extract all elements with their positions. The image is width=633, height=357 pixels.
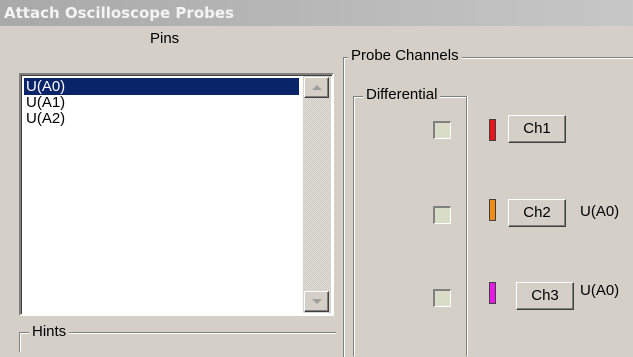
ch3-assigned-pin: U(A0): [580, 282, 620, 299]
pin-item-u-a2[interactable]: U(A2): [24, 110, 65, 127]
ch2-button[interactable]: Ch2: [508, 199, 566, 227]
ch2-color-swatch: [489, 199, 496, 221]
arrow-down-icon: [312, 299, 322, 304]
scroll-down-button[interactable]: [304, 291, 329, 312]
dialog-title: Attach Oscilloscope Probes: [4, 4, 234, 22]
pins-label: Pins: [150, 30, 180, 47]
ch3-button[interactable]: Ch3: [516, 282, 574, 310]
ch1-button[interactable]: Ch1: [508, 115, 566, 143]
pins-listbox[interactable]: U(A0) U(A1) U(A2): [19, 73, 334, 316]
pin-item-u-a1[interactable]: U(A1): [24, 94, 65, 111]
ch1-differential-checkbox[interactable]: [433, 121, 451, 139]
ch2-differential-checkbox[interactable]: [433, 206, 451, 224]
ch3-color-swatch: [489, 282, 496, 304]
pins-scrollbar[interactable]: [303, 76, 331, 313]
ch2-assigned-pin: U(A0): [580, 203, 620, 220]
hints-label: Hints: [29, 323, 70, 340]
ch3-differential-checkbox[interactable]: [433, 289, 451, 307]
dialog-title-bar: Attach Oscilloscope Probes: [0, 0, 633, 26]
differential-label: Differential: [363, 86, 441, 103]
arrow-up-icon: [312, 85, 322, 90]
scroll-up-button[interactable]: [304, 77, 329, 98]
probe-channels-label: Probe Channels: [348, 47, 462, 64]
pin-item-u-a0[interactable]: U(A0): [24, 78, 299, 95]
ch1-color-swatch: [489, 119, 496, 141]
